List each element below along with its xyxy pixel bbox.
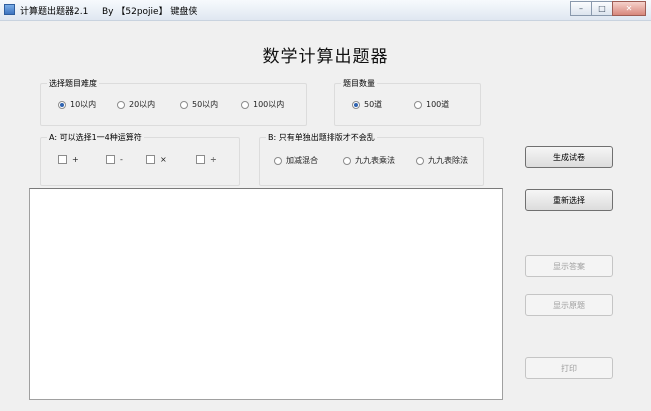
difficulty-legend: 选择题目难度 [47, 78, 99, 89]
mode-option-label: 加减混合 [286, 156, 318, 165]
checkbox-icon [146, 155, 155, 164]
count-option-label: 100道 [426, 100, 450, 109]
radio-icon [343, 156, 351, 165]
minimize-button[interactable]: – [570, 1, 592, 16]
difficulty-option-label: 20以内 [129, 100, 156, 109]
question-output-area[interactable] [29, 188, 503, 400]
checkbox-icon [196, 155, 205, 164]
close-icon: ✕ [625, 3, 633, 13]
operator-label: - [120, 155, 123, 164]
question-count-legend: 题目数量 [341, 78, 377, 89]
difficulty-option-label: 10以内 [70, 100, 97, 109]
window-controls: – □ ✕ [570, 1, 646, 16]
operators-legend: A: 可以选择1一4种运算符 [47, 132, 144, 143]
count-option-100[interactable]: 100道 [414, 99, 449, 110]
app-icon [4, 4, 15, 15]
radio-icon [180, 100, 188, 109]
difficulty-group: 选择题目难度 10以内 20以内 50以内 100以内 [40, 78, 307, 126]
difficulty-option-100[interactable]: 100以内 [241, 99, 284, 110]
generate-paper-button[interactable]: 生成试卷 [525, 146, 613, 168]
maximize-button[interactable]: □ [591, 1, 613, 16]
question-count-group: 题目数量 50道 100道 [334, 78, 481, 126]
single-mode-legend: B: 只有单独出题排版才不会乱 [266, 132, 377, 143]
close-button[interactable]: ✕ [612, 1, 646, 16]
show-questions-button[interactable]: 显示原题 [525, 294, 613, 316]
mode-multiplication-table[interactable]: 九九表乘法 [343, 155, 395, 166]
difficulty-option-label: 50以内 [192, 100, 219, 109]
minimize-icon: – [579, 3, 583, 13]
reset-selection-button[interactable]: 重新选择 [525, 189, 613, 211]
operator-divide-checkbox[interactable]: ÷ [196, 155, 217, 164]
checkbox-icon [58, 155, 67, 164]
radio-icon [352, 100, 360, 109]
operator-minus-checkbox[interactable]: - [106, 155, 123, 164]
radio-icon [416, 156, 424, 165]
operator-label: + [72, 155, 79, 164]
radio-icon [117, 100, 125, 109]
operator-label: × [160, 155, 167, 164]
difficulty-option-label: 100以内 [253, 100, 285, 109]
count-option-label: 50道 [364, 100, 383, 109]
difficulty-option-10[interactable]: 10以内 [58, 99, 96, 110]
radio-icon [274, 156, 282, 165]
mode-division-table[interactable]: 九九表除法 [416, 155, 468, 166]
window-title-author: By 【52pojie】 键盘侠 [102, 7, 198, 17]
maximize-icon: □ [598, 3, 606, 13]
operator-label: ÷ [210, 155, 217, 164]
radio-icon [414, 100, 422, 109]
title-bar[interactable]: 计算题出题器2.1 By 【52pojie】 键盘侠 – □ ✕ [0, 0, 651, 21]
difficulty-option-50[interactable]: 50以内 [180, 99, 218, 110]
operator-times-checkbox[interactable]: × [146, 155, 167, 164]
page-title: 数学计算出题器 [262, 47, 389, 67]
mode-add-sub-mixed[interactable]: 加减混合 [274, 155, 318, 166]
mode-option-label: 九九表乘法 [355, 156, 395, 165]
operators-group: A: 可以选择1一4种运算符 + - × ÷ [40, 132, 240, 186]
mode-option-label: 九九表除法 [428, 156, 468, 165]
operator-plus-checkbox[interactable]: + [58, 155, 79, 164]
single-mode-group: B: 只有单独出题排版才不会乱 加减混合 九九表乘法 九九表除法 [259, 132, 484, 186]
count-option-50[interactable]: 50道 [352, 99, 382, 110]
difficulty-option-20[interactable]: 20以内 [117, 99, 155, 110]
window-title: 计算题出题器2.1 [20, 7, 89, 17]
print-button[interactable]: 打印 [525, 357, 613, 379]
checkbox-icon [106, 155, 115, 164]
show-answers-button[interactable]: 显示答案 [525, 255, 613, 277]
radio-icon [241, 100, 249, 109]
radio-icon [58, 100, 66, 109]
